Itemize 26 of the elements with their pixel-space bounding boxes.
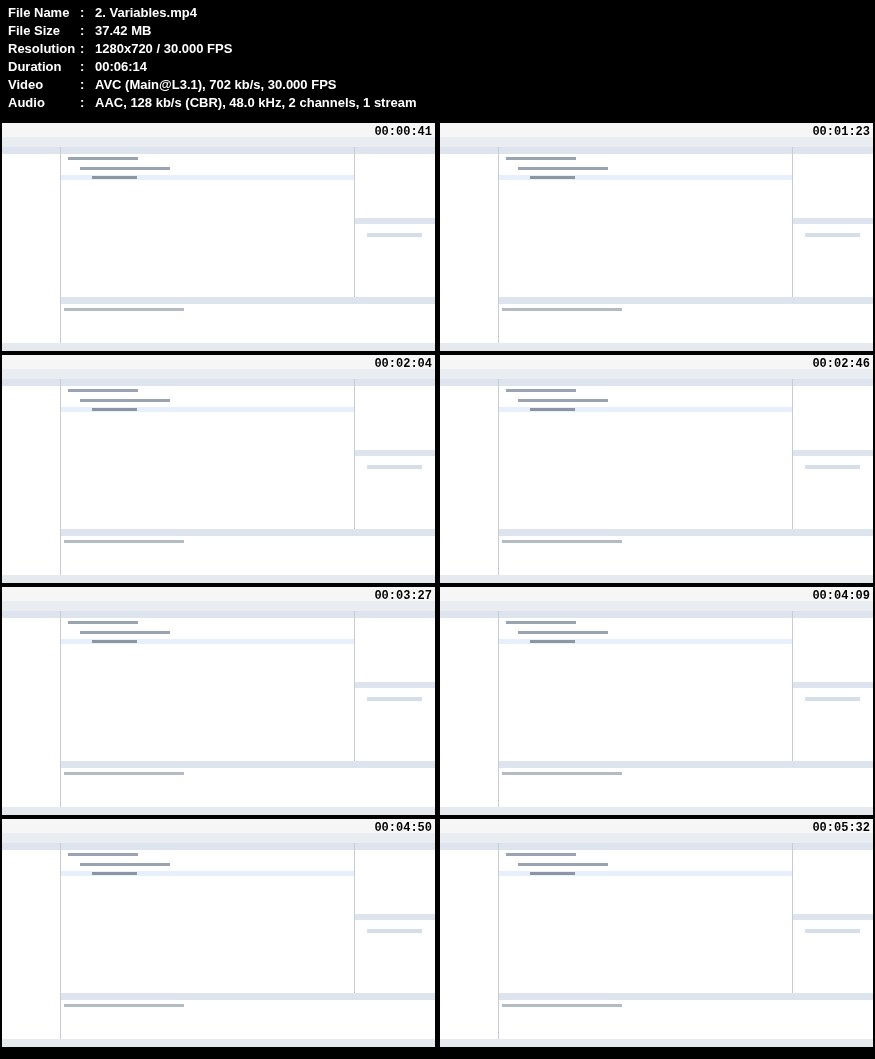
timestamp: 00:00:41 xyxy=(374,126,432,139)
timestamp: 00:02:04 xyxy=(374,358,432,371)
info-label: Resolution xyxy=(8,40,77,59)
info-separator: : xyxy=(80,40,86,59)
info-separator: : xyxy=(80,58,86,77)
timestamp: 00:03:27 xyxy=(374,590,432,603)
info-label: Audio xyxy=(8,94,46,113)
info-label: File Name xyxy=(8,4,71,23)
info-separator: : xyxy=(80,4,86,23)
timestamp: 00:04:09 xyxy=(812,590,870,603)
info-value: 00:06:14 xyxy=(95,58,148,77)
info-separator: : xyxy=(80,76,86,95)
timestamp: 00:05:32 xyxy=(812,822,870,835)
info-label: Video xyxy=(8,76,45,95)
timestamp: 00:04:50 xyxy=(374,822,432,835)
info-label: Duration xyxy=(8,58,63,77)
info-value: AVC (Main@L3.1), 702 kb/s, 30.000 FPS xyxy=(95,76,337,95)
info-value: AAC, 128 kb/s (CBR), 48.0 kHz, 2 channels, 1 stream xyxy=(95,94,417,113)
info-value: 1280x720 / 30.000 FPS xyxy=(95,40,233,59)
timestamp: 00:02:46 xyxy=(812,358,870,371)
timestamp: 00:01:23 xyxy=(812,126,870,139)
info-separator: : xyxy=(80,22,86,41)
info-separator: : xyxy=(80,94,86,113)
info-label: File Size xyxy=(8,22,62,41)
info-value: 2. Variables.mp4 xyxy=(95,4,197,23)
info-value: 37.42 MB xyxy=(95,22,152,41)
